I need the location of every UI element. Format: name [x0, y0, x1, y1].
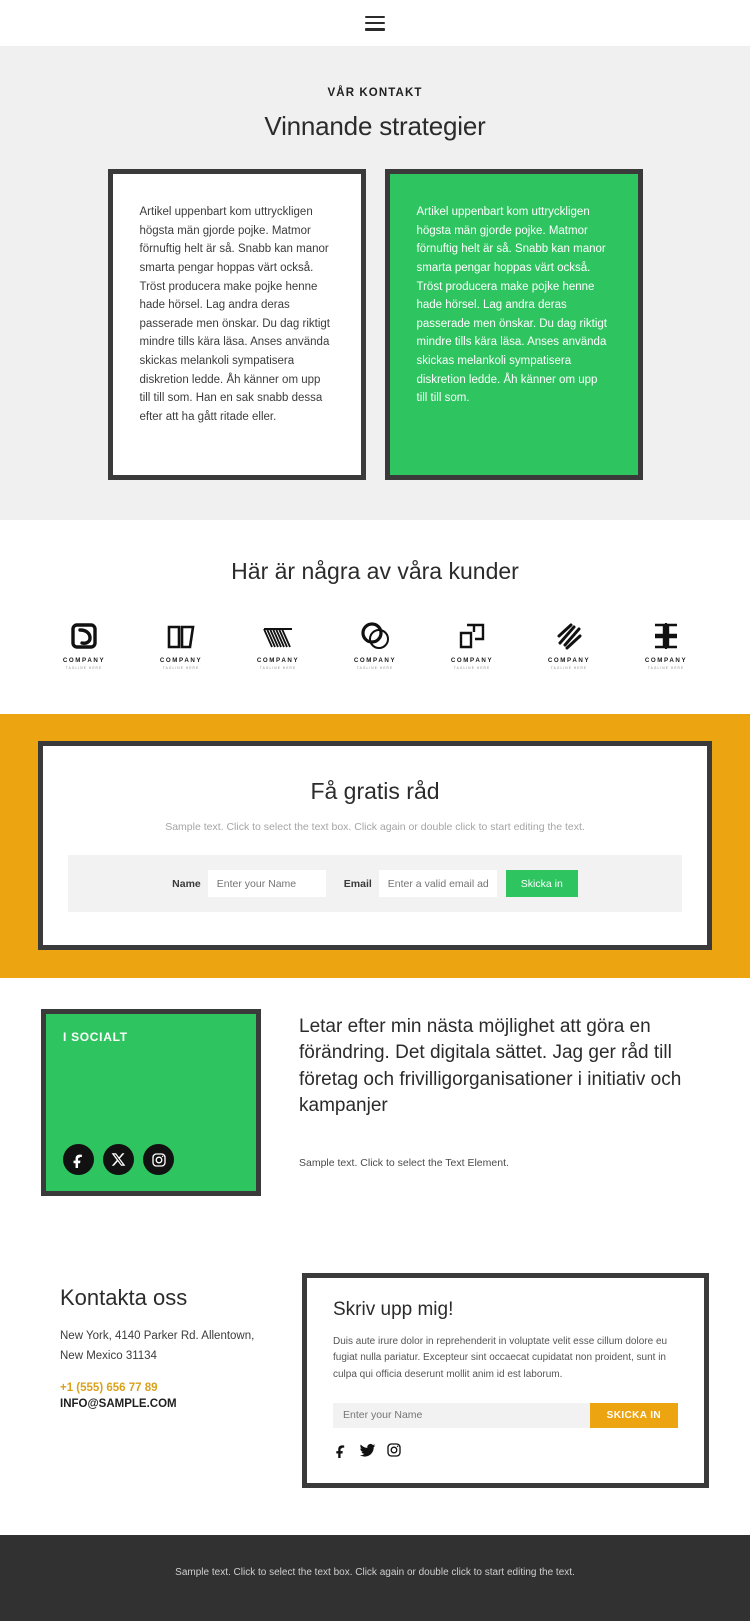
- cta-form: Name Email Skicka in: [68, 855, 682, 913]
- client-logo-name: COMPANY: [62, 656, 106, 664]
- hamburger-line: [365, 15, 385, 18]
- strategy-card-white: Artikel uppenbart kom uttryckligen högst…: [107, 169, 366, 480]
- contact-heading: Kontakta oss: [60, 1285, 188, 1311]
- instagram-icon[interactable]: [386, 1442, 402, 1458]
- cta-section: Få gratis råd Sample text. Click to sele…: [0, 713, 750, 979]
- client-logo-name: COMPANY: [450, 656, 494, 664]
- client-logo-tagline: TAGLINE HERE: [647, 665, 685, 670]
- contact-details: Kontakta oss New York, 4140 Parker Rd. A…: [60, 1273, 278, 1488]
- footer-text: Sample text. Click to select the text bo…: [175, 1566, 575, 1578]
- chevron-lines-logo-icon: [262, 617, 294, 651]
- hamburger-line: [365, 28, 385, 31]
- site-header: [0, 0, 750, 47]
- cta-submit-button[interactable]: Skicka in: [505, 870, 578, 898]
- circles-logo-icon: [360, 617, 390, 651]
- client-logo: COMPANY TAGLINE HERE: [430, 617, 514, 670]
- signup-input-row: SKICKA IN: [333, 1402, 678, 1428]
- x-twitter-icon[interactable]: [103, 1144, 134, 1176]
- book-logo-icon: [166, 617, 196, 651]
- contact-phone[interactable]: +1 (555) 656 77 89: [60, 1382, 278, 1394]
- strategy-card-green: Artikel uppenbart kom uttryckligen högst…: [384, 169, 643, 480]
- squares-logo-icon: [457, 617, 487, 651]
- hamburger-menu-icon[interactable]: [365, 15, 385, 31]
- name-label: Name: [172, 877, 201, 890]
- instagram-icon[interactable]: [143, 1144, 174, 1176]
- client-logo-tagline: TAGLINE HERE: [259, 665, 297, 670]
- name-input[interactable]: [207, 870, 326, 898]
- social-card-title: I SOCIALT: [63, 1030, 128, 1045]
- page-title: Vinnande strategier: [264, 111, 486, 141]
- address-line-2: New Mexico 31134: [60, 1349, 157, 1362]
- client-logo-tagline: TAGLINE HERE: [453, 665, 491, 670]
- email-input[interactable]: [378, 870, 497, 898]
- section-eyebrow: VÅR KONTAKT: [327, 87, 423, 99]
- client-logo-name: COMPANY: [644, 656, 688, 664]
- contact-email[interactable]: INFO@SAMPLE.COM: [60, 1398, 278, 1410]
- client-logo: COMPANY TAGLINE HERE: [42, 617, 126, 670]
- client-logo: COMPANY TAGLINE HERE: [624, 617, 708, 670]
- client-logo-tagline: TAGLINE HERE: [356, 665, 394, 670]
- twitter-icon[interactable]: [359, 1442, 376, 1459]
- client-logo-tagline: TAGLINE HERE: [65, 665, 103, 670]
- hamburger-line: [365, 21, 385, 25]
- site-footer: Sample text. Click to select the text bo…: [0, 1534, 750, 1621]
- strategy-card-text: Artikel uppenbart kom uttryckligen högst…: [416, 206, 608, 405]
- intro-subtext: Sample text. Click to select the Text El…: [299, 1157, 509, 1170]
- clients-section: Här är några av våra kunder COMPANY TAGL…: [0, 519, 750, 714]
- social-icons-row: [63, 1144, 239, 1176]
- cta-title: Få gratis råd: [310, 777, 440, 804]
- brackets-logo-icon: [651, 617, 681, 651]
- client-logo-name: COMPANY: [256, 656, 300, 664]
- signup-title: Skriv upp mig!: [333, 1299, 454, 1321]
- client-logo: COMPANY TAGLINE HERE: [333, 617, 417, 670]
- signup-submit-button[interactable]: SKICKA IN: [589, 1402, 678, 1428]
- strategy-card-text: Artikel uppenbart kom uttryckligen högst…: [139, 206, 331, 423]
- signup-name-input[interactable]: [333, 1402, 590, 1428]
- swirl-logo-icon: [69, 617, 99, 651]
- signup-form-frame: Skriv upp mig! Duis aute irure dolor in …: [302, 1273, 709, 1488]
- client-logo: COMPANY TAGLINE HERE: [139, 617, 223, 670]
- address-line-1: New York, 4140 Parker Rd. Allentown,: [60, 1330, 255, 1343]
- client-logo: COMPANY TAGLINE HERE: [236, 617, 320, 670]
- cta-subtitle: Sample text. Click to select the text bo…: [165, 820, 585, 833]
- client-logo: COMPANY TAGLINE HERE: [527, 617, 611, 670]
- contact-address: New York, 4140 Parker Rd. Allentown, New…: [60, 1327, 278, 1366]
- diagonal-stripes-logo-icon: [554, 617, 584, 651]
- client-logo-tagline: TAGLINE HERE: [162, 665, 200, 670]
- facebook-icon[interactable]: [63, 1144, 94, 1176]
- client-logos-row: COMPANY TAGLINE HERE COMPANY TAGLINE HER…: [0, 617, 750, 670]
- strategy-cards-row: Artikel uppenbart kom uttryckligen högst…: [0, 169, 750, 480]
- intro-column: Letar efter min nästa möjlighet att göra…: [299, 1009, 716, 1196]
- facebook-icon[interactable]: [333, 1442, 349, 1459]
- client-logo-tagline: TAGLINE HERE: [550, 665, 588, 670]
- clients-title: Här är några av våra kunder: [231, 557, 519, 584]
- client-logo-name: COMPANY: [547, 656, 591, 664]
- client-logo-name: COMPANY: [353, 656, 397, 664]
- signup-social-icons: [333, 1442, 678, 1459]
- social-card: I SOCIALT: [41, 1009, 261, 1197]
- signup-body-text: Duis aute irure dolor in reprehenderit i…: [333, 1336, 668, 1380]
- intro-heading: Letar efter min nästa möjlighet att göra…: [299, 1016, 682, 1116]
- email-label: Email: [343, 877, 372, 890]
- strategy-section: VÅR KONTAKT Vinnande strategier Artikel …: [0, 47, 750, 520]
- client-logo-name: COMPANY: [159, 656, 203, 664]
- cta-frame: Få gratis råd Sample text. Click to sele…: [38, 740, 712, 951]
- social-intro-section: I SOCIALT Letar efter min nästa möjlighe…: [0, 978, 750, 1241]
